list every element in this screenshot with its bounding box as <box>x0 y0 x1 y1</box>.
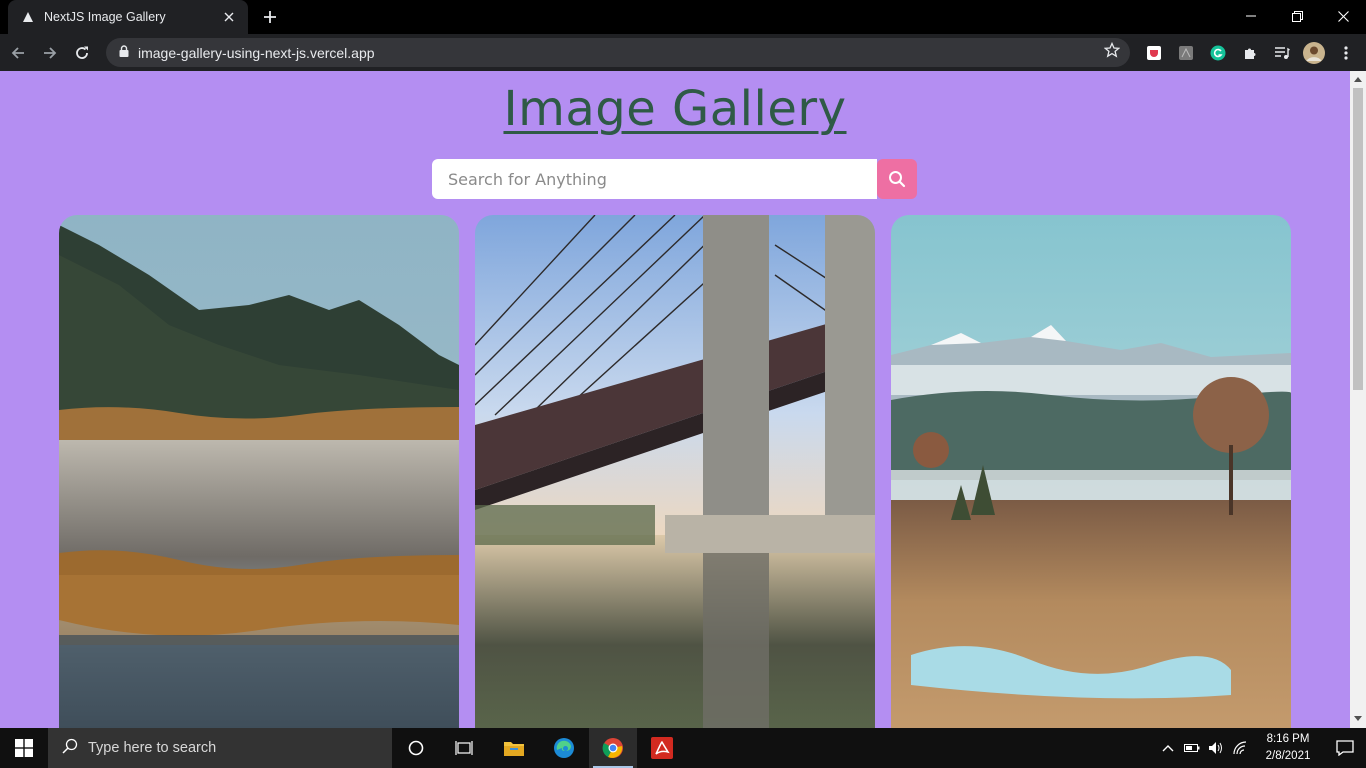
tab-close-icon[interactable] <box>220 8 238 26</box>
search-button[interactable] <box>877 159 917 199</box>
scroll-up-icon[interactable] <box>1354 75 1362 83</box>
gallery-image-mountain-lake[interactable] <box>59 215 459 728</box>
volume-icon[interactable] <box>1204 728 1228 768</box>
action-center-icon[interactable] <box>1324 728 1366 768</box>
acrobat-reader-icon[interactable] <box>638 728 686 768</box>
clock-date: 2/8/2021 <box>1265 750 1311 762</box>
new-tab-icon[interactable] <box>258 5 282 29</box>
page-scrollbar[interactable] <box>1350 71 1366 728</box>
cortana-icon[interactable] <box>392 728 440 768</box>
forward-icon[interactable] <box>36 39 64 67</box>
minimize-icon[interactable] <box>1228 0 1274 32</box>
browser-toolbar: image-gallery-using-next-js.vercel.app <box>0 34 1366 71</box>
battery-icon[interactable] <box>1180 728 1204 768</box>
address-bar[interactable]: image-gallery-using-next-js.vercel.app <box>106 38 1130 67</box>
extensions-area <box>1138 38 1362 67</box>
page-viewport: Image Gallery <box>0 71 1350 728</box>
reload-icon[interactable] <box>68 39 96 67</box>
grammarly-extension-icon[interactable] <box>1202 38 1234 67</box>
back-icon[interactable] <box>4 39 32 67</box>
taskbar-search-box[interactable]: Type here to search <box>48 728 392 768</box>
media-control-icon[interactable] <box>1266 38 1298 67</box>
bridge-photo <box>475 215 875 728</box>
windows-taskbar: Type here to search 8:16 PM 2/8/2021 <box>0 728 1366 768</box>
gallery-image-bridge[interactable] <box>475 215 875 728</box>
bookmark-star-icon[interactable] <box>1103 41 1121 63</box>
lock-icon[interactable] <box>119 44 129 62</box>
restore-icon[interactable] <box>1274 0 1320 32</box>
task-view-icon[interactable] <box>440 728 488 768</box>
windows-start-icon[interactable] <box>0 728 48 768</box>
profile-avatar[interactable] <box>1298 38 1330 67</box>
extensions-puzzle-icon[interactable] <box>1234 38 1266 67</box>
search-bar <box>432 159 917 199</box>
file-explorer-icon[interactable] <box>490 728 538 768</box>
taskbar-clock[interactable]: 8:16 PM 2/8/2021 <box>1258 731 1318 765</box>
tab-title: NextJS Image Gallery <box>44 10 166 24</box>
nextjs-favicon-icon <box>20 9 36 25</box>
mountain-lake-photo <box>59 215 459 728</box>
search-icon <box>62 738 78 759</box>
taskbar-search-placeholder: Type here to search <box>88 740 217 756</box>
show-hidden-icons-icon[interactable] <box>1156 728 1180 768</box>
scroll-down-icon[interactable] <box>1354 714 1362 722</box>
search-input[interactable] <box>432 159 877 199</box>
pdf-extension-icon[interactable] <box>1170 38 1202 67</box>
clock-time: 8:16 PM <box>1266 733 1310 745</box>
gallery-image-meadow[interactable] <box>891 215 1291 728</box>
edge-browser-icon[interactable] <box>540 728 588 768</box>
url-text: image-gallery-using-next-js.vercel.app <box>138 44 375 61</box>
pocket-extension-icon[interactable] <box>1138 38 1170 67</box>
close-window-icon[interactable] <box>1320 0 1366 32</box>
chrome-taskbar-icon[interactable] <box>589 728 637 768</box>
scrollbar-thumb[interactable] <box>1353 88 1363 390</box>
wifi-icon[interactable] <box>1228 728 1252 768</box>
chrome-menu-icon[interactable] <box>1330 38 1362 67</box>
browser-tabstrip: NextJS Image Gallery <box>0 0 1366 34</box>
browser-tab[interactable]: NextJS Image Gallery <box>8 0 248 34</box>
meadow-photo <box>891 215 1291 728</box>
window-controls <box>1228 0 1366 32</box>
search-icon <box>889 171 906 188</box>
system-tray: 8:16 PM 2/8/2021 <box>1156 728 1366 768</box>
page-title-link[interactable]: Image Gallery <box>503 81 846 137</box>
